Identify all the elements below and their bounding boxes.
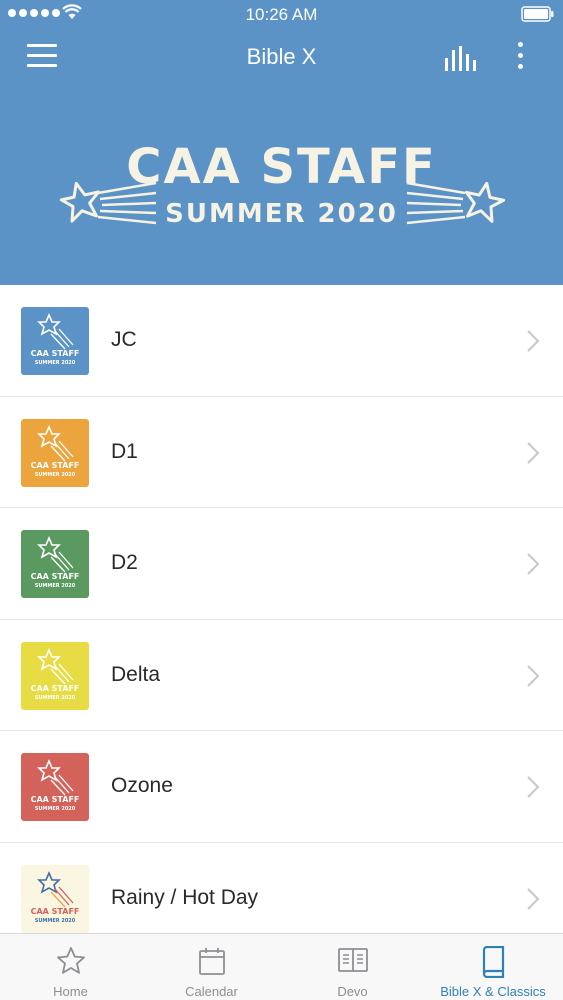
tab-bar: Home Calendar Devo Bible X & Classics xyxy=(0,933,563,1000)
list-item[interactable]: CAA STAFF SUMMER 2020 D2 xyxy=(0,508,563,620)
thumbnail: CAA STAFF SUMMER 2020 xyxy=(21,530,89,598)
chevron-right-icon xyxy=(527,330,540,352)
page-title: Bible X xyxy=(246,44,317,69)
book-icon xyxy=(482,946,505,978)
tab-bible-x-classics[interactable]: Bible X & Classics xyxy=(423,934,563,1000)
shooting-star-icon xyxy=(37,870,74,907)
tab-home[interactable]: Home xyxy=(0,934,141,1000)
thumbnail-subtitle: SUMMER 2020 xyxy=(34,694,76,701)
status-bar: 10:26 AM xyxy=(0,0,563,28)
thumbnail-title: CAA STAFF xyxy=(30,906,80,916)
thumbnail: CAA STAFF SUMMER 2020 xyxy=(21,753,89,821)
thumbnail-title: CAA STAFF xyxy=(30,795,80,804)
banner: CAA STAFF SUMMER 2020 xyxy=(50,133,513,243)
thumbnail: CAA STAFF SUMMER 2020 xyxy=(21,641,89,710)
chevron-right-icon xyxy=(527,441,540,464)
list-item-label: D2 xyxy=(111,551,138,574)
shooting-star-icon xyxy=(37,535,74,573)
list-item-label: Delta xyxy=(111,662,161,686)
thumbnail-title: CAA STAFF xyxy=(30,683,80,693)
tab-label: Calendar xyxy=(185,984,238,999)
list-item-label: D1 xyxy=(111,439,138,463)
thumbnail-subtitle: SUMMER 2020 xyxy=(34,917,76,924)
thumbnail-title: CAA STAFF xyxy=(30,460,80,470)
thumbnail: CAA STAFF SUMMER 2020 xyxy=(21,307,89,375)
thumbnail-subtitle: SUMMER 2020 xyxy=(34,360,76,366)
thumbnail-subtitle: SUMMER 2020 xyxy=(34,806,76,812)
status-time: 10:26 AM xyxy=(245,5,318,24)
list-item[interactable]: CAA STAFF SUMMER 2020 Delta xyxy=(0,619,563,731)
thumbnail-title: CAA STAFF xyxy=(30,349,80,358)
chevron-right-icon xyxy=(527,664,540,687)
open-book-icon xyxy=(337,948,368,972)
list-item[interactable]: CAA STAFF SUMMER 2020 JC xyxy=(0,285,563,397)
thumbnail: CAA STAFF SUMMER 2020 xyxy=(21,418,89,487)
battery-icon xyxy=(521,6,554,22)
more-vertical-icon xyxy=(517,42,523,47)
tab-label: Bible X & Classics xyxy=(440,984,546,999)
shooting-star-right-icon xyxy=(406,181,506,225)
list-item-label: Rainy / Hot Day xyxy=(111,885,259,909)
tab-calendar[interactable]: Calendar xyxy=(141,934,282,1000)
shooting-star-icon xyxy=(37,647,74,684)
thumbnail: CAA STAFF SUMMER 2020 xyxy=(21,864,89,933)
more-options-button[interactable] xyxy=(510,42,530,72)
shooting-star-icon xyxy=(37,312,74,350)
calendar-icon xyxy=(198,948,225,975)
header: Bible X CAA STAFF SUMMER 2020 xyxy=(0,28,563,285)
list-item[interactable]: CAA STAFF SUMMER 2020 D1 xyxy=(0,396,563,508)
list-item-label: JC xyxy=(111,328,137,351)
thumbnail-title: CAA STAFF xyxy=(30,572,80,581)
thumbnail-subtitle: SUMMER 2020 xyxy=(34,583,76,589)
chevron-right-icon xyxy=(527,553,540,575)
star-icon xyxy=(56,947,85,974)
stats-bars-icon[interactable] xyxy=(443,44,477,72)
shooting-star-icon xyxy=(37,424,74,461)
plan-list: CAA STAFF SUMMER 2020 JC CAA STAFF SUMME… xyxy=(0,285,563,954)
list-item[interactable]: CAA STAFF SUMMER 2020 Ozone xyxy=(0,731,563,843)
tab-label: Devo xyxy=(337,984,368,999)
list-item-label: Ozone xyxy=(111,774,173,797)
tab-label: Home xyxy=(53,984,88,999)
thumbnail-subtitle: SUMMER 2020 xyxy=(34,471,76,478)
tab-devo[interactable]: Devo xyxy=(282,934,423,1000)
chevron-right-icon xyxy=(527,887,540,910)
chevron-right-icon xyxy=(527,776,540,798)
app-bar: Bible X xyxy=(0,28,563,86)
shooting-star-icon xyxy=(37,758,74,796)
